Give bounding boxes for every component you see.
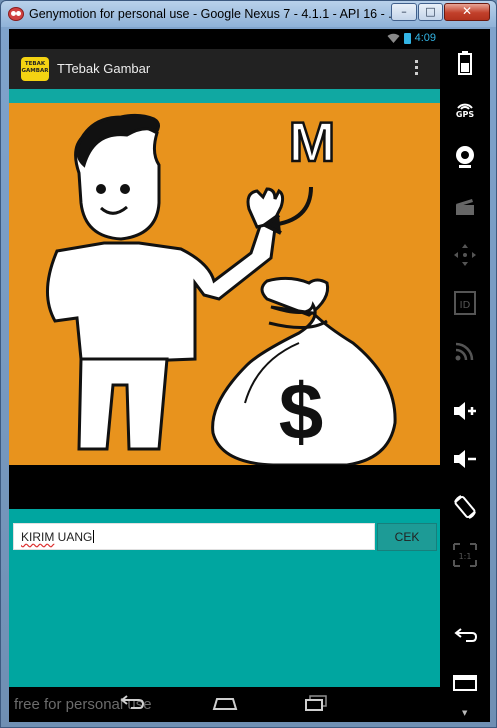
puzzle-image: M $	[9, 103, 440, 465]
app-logo: TEBAK GAMBAR	[21, 57, 49, 81]
dpad-button[interactable]	[440, 235, 490, 275]
side-menu-icon	[453, 675, 477, 691]
action-bar: TEBAK GAMBAR TTebak Gambar	[9, 49, 440, 89]
logo-line-1: TEBAK	[24, 61, 46, 67]
answer-word-2: UANG	[54, 530, 93, 544]
window-titlebar[interactable]: Genymotion for personal use - Google Nex…	[1, 1, 496, 29]
clapperboard-icon	[456, 199, 474, 215]
answer-input[interactable]: KIRIM UANG	[13, 523, 375, 550]
battery-widget-icon	[458, 51, 472, 75]
video-capture-button[interactable]	[440, 187, 490, 227]
scale-button[interactable]: 1:1	[440, 535, 490, 575]
rotate-icon	[454, 495, 476, 519]
side-menu-button[interactable]	[440, 663, 490, 703]
rotate-button[interactable]	[440, 487, 490, 527]
side-back-button[interactable]	[440, 615, 490, 655]
gps-label: GPS	[455, 109, 475, 119]
gps-button[interactable]: GPS	[440, 89, 490, 129]
top-strip	[9, 89, 440, 103]
answer-word-1: KIRIM	[21, 530, 55, 544]
volume-down-button[interactable]	[440, 439, 490, 479]
android-nav-bar: free for personal use	[9, 687, 440, 722]
genymotion-side-panel: GPS ID 1:1 ▼	[440, 29, 490, 722]
camera-button[interactable]	[440, 137, 490, 177]
maximize-button[interactable]: □	[418, 3, 443, 21]
home-icon[interactable]	[211, 694, 239, 712]
dollar-sign: $	[279, 367, 324, 456]
text-caret	[93, 530, 95, 543]
cast-icon	[455, 342, 474, 361]
android-status-bar: 4:09	[9, 29, 440, 49]
overflow-menu-icon[interactable]	[412, 60, 420, 78]
app-title: TTebak Gambar	[57, 61, 151, 76]
gps-signal-icon	[457, 103, 473, 110]
minimize-button[interactable]: –	[391, 3, 417, 21]
device-frame: 4:09 TEBAK GAMBAR TTebak Gambar M $ KIRI…	[9, 29, 490, 722]
volume-up-button[interactable]	[440, 391, 490, 431]
status-clock: 4:09	[414, 32, 436, 44]
dpad-icon	[454, 244, 476, 266]
battery-icon	[403, 32, 411, 44]
battery-widget-button[interactable]	[440, 43, 490, 83]
genymotion-logo-icon	[8, 7, 24, 21]
check-button[interactable]: CEK	[377, 523, 437, 551]
volume-up-icon	[454, 402, 476, 420]
webcam-icon	[456, 146, 474, 168]
id-label: ID	[460, 300, 471, 311]
panel-chevron-icon[interactable]: ▼	[462, 709, 467, 717]
app-screen: M $ KIRIM UANG CEK	[9, 89, 440, 687]
id-card-icon: ID	[454, 291, 476, 315]
device-id-button[interactable]: ID	[440, 283, 490, 323]
emulator-window: Genymotion for personal use - Google Nex…	[0, 0, 497, 728]
back-icon[interactable]	[119, 694, 145, 712]
close-button[interactable]: ✕	[444, 3, 490, 21]
window-title: Genymotion for personal use - Google Nex…	[29, 7, 399, 21]
scale-icon: 1:1	[453, 543, 477, 567]
recent-apps-icon[interactable]	[303, 694, 329, 712]
volume-down-icon	[454, 450, 476, 468]
image-bottom-band	[9, 465, 440, 509]
cast-button[interactable]	[440, 331, 490, 371]
wifi-icon	[387, 33, 400, 43]
side-back-icon	[454, 628, 478, 642]
scale-label: 1:1	[459, 552, 472, 561]
clue-letter: M	[289, 110, 336, 173]
logo-line-2: GAMBAR	[21, 68, 49, 74]
